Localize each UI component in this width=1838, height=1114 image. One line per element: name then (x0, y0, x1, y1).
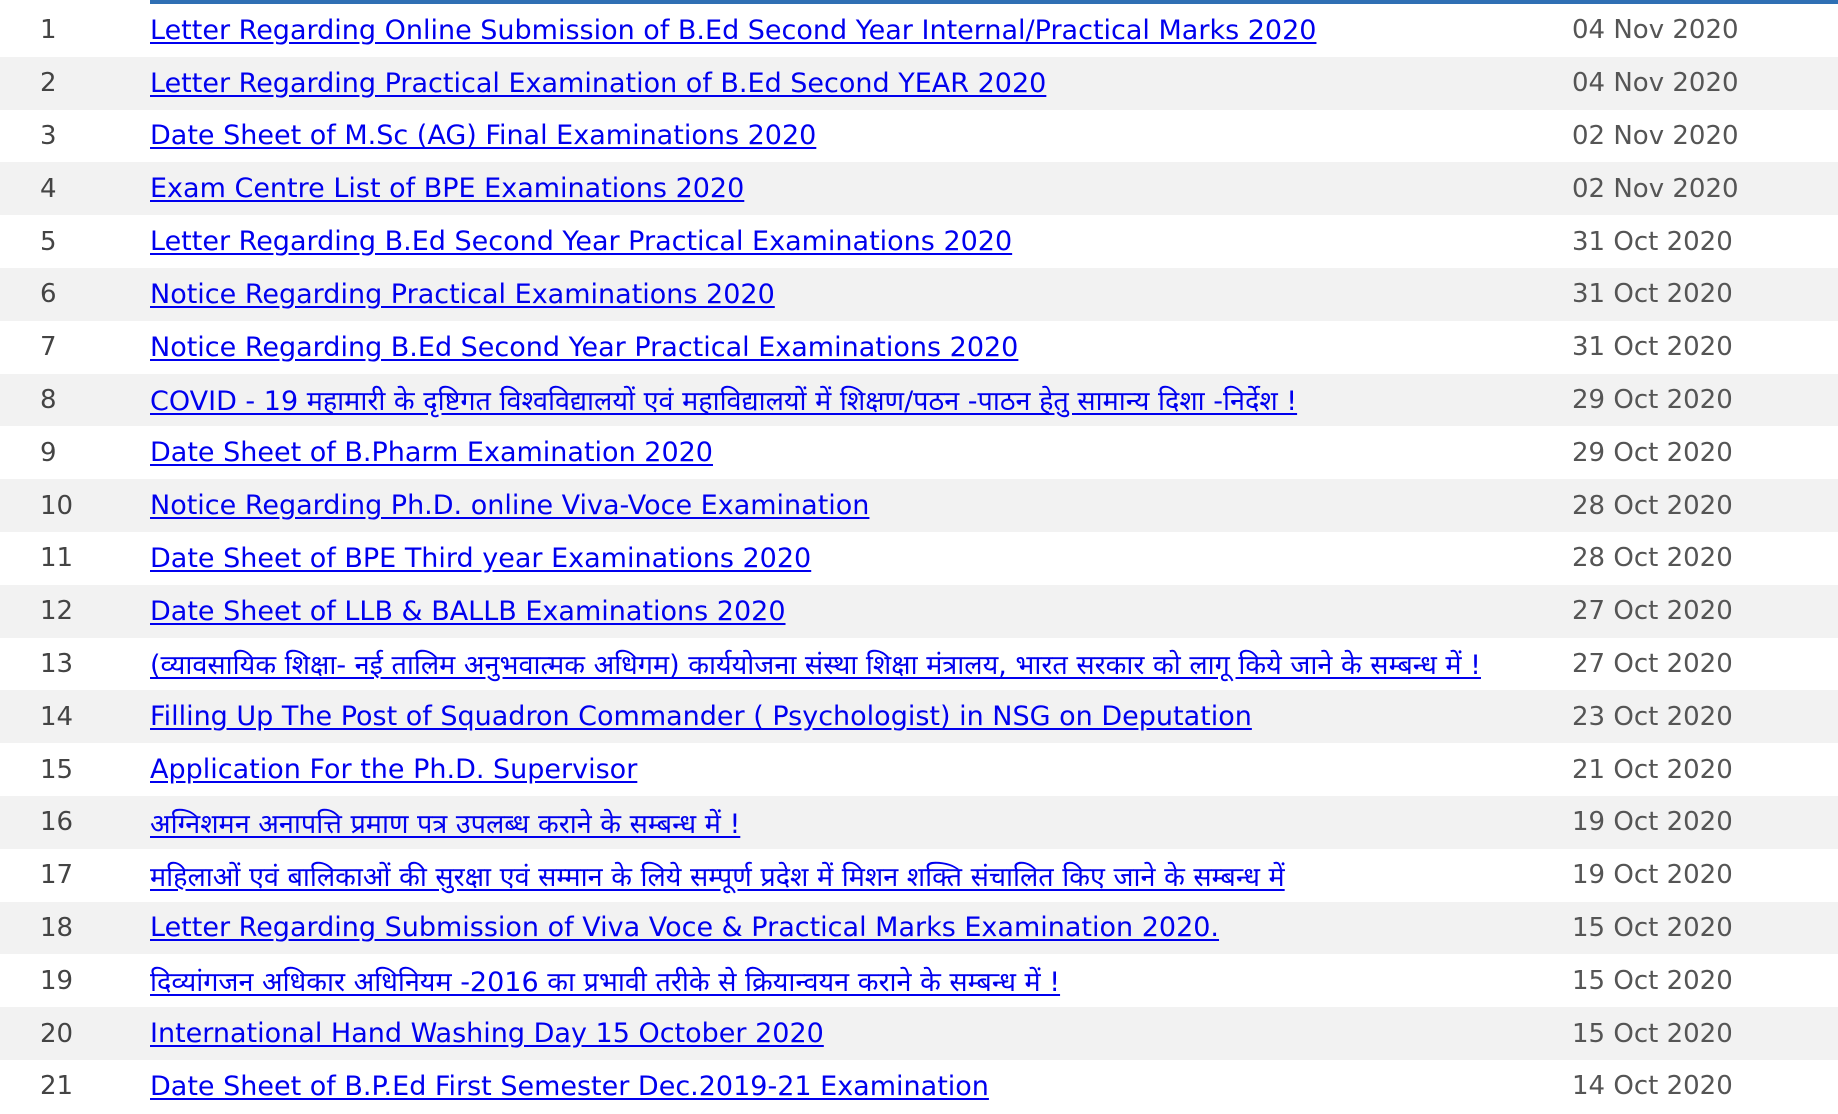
notice-date: 31 Oct 2020 (1572, 332, 1733, 363)
table-row: 20 International Hand Washing Day 15 Oct… (0, 1007, 1838, 1060)
serial-number: 3 (40, 120, 57, 151)
table-row: 6 Notice Regarding Practical Examination… (0, 267, 1838, 321)
notice-date: 15 Oct 2020 (1572, 1018, 1733, 1049)
notice-link[interactable]: COVID - 19 महामारी के दृष्टिगत विश्वविद्… (150, 386, 1297, 417)
serial-number: 7 (40, 332, 57, 363)
table-row: 16 अग्निशमन अनापत्ति प्रमाण पत्र उपलब्ध … (0, 795, 1838, 849)
notice-link[interactable]: अग्निशमन अनापत्ति प्रमाण पत्र उपलब्ध करा… (150, 809, 740, 840)
table-row: 21 Date Sheet of B.P.Ed First Semester D… (0, 1059, 1838, 1113)
notice-link[interactable]: Letter Regarding B.Ed Second Year Practi… (150, 226, 1012, 257)
serial-number: 20 (40, 1018, 74, 1049)
notice-link[interactable]: International Hand Washing Day 15 Octobe… (150, 1018, 824, 1049)
notice-date: 31 Oct 2020 (1572, 226, 1733, 257)
notice-link[interactable]: Letter Regarding Practical Examination o… (150, 68, 1046, 99)
table-row: 7 Notice Regarding B.Ed Second Year Prac… (0, 320, 1838, 374)
serial-number: 19 (40, 965, 74, 996)
notice-link[interactable]: Letter Regarding Submission of Viva Voce… (150, 912, 1219, 943)
table-row: 18 Letter Regarding Submission of Viva V… (0, 901, 1838, 955)
notice-date: 27 Oct 2020 (1572, 596, 1733, 627)
serial-number: 11 (40, 543, 74, 574)
serial-number: 18 (40, 912, 74, 943)
table-row: 13 (व्यावसायिक शिक्षा- नई तालिम अनुभवात्… (0, 637, 1838, 691)
serial-number: 14 (40, 701, 74, 732)
notice-date: 14 Oct 2020 (1572, 1071, 1733, 1102)
notice-link[interactable]: महिलाओं एवं बालिकाओं की सुरक्षा एवं सम्म… (150, 862, 1285, 893)
notice-link[interactable]: Application For the Ph.D. Supervisor (150, 754, 637, 785)
notice-date: 02 Nov 2020 (1572, 120, 1739, 151)
notice-date: 28 Oct 2020 (1572, 543, 1733, 574)
notice-table: 1 Letter Regarding Online Submission of … (0, 4, 1838, 1113)
serial-number: 2 (40, 68, 57, 99)
notice-link[interactable]: Date Sheet of BPE Third year Examination… (150, 543, 811, 574)
serial-number: 16 (40, 807, 74, 838)
table-row: 14 Filling Up The Post of Squadron Comma… (0, 690, 1838, 744)
notice-link[interactable]: Notice Regarding B.Ed Second Year Practi… (150, 332, 1018, 363)
notice-date: 04 Nov 2020 (1572, 15, 1739, 46)
serial-number: 15 (40, 754, 74, 785)
notice-date: 02 Nov 2020 (1572, 173, 1739, 204)
table-row: 4 Exam Centre List of BPE Examinations 2… (0, 162, 1838, 216)
serial-number: 10 (40, 490, 74, 521)
table-row: 17 महिलाओं एवं बालिकाओं की सुरक्षा एवं स… (0, 848, 1838, 902)
serial-number: 21 (40, 1071, 74, 1102)
notice-date: 15 Oct 2020 (1572, 965, 1733, 996)
notice-link[interactable]: Date Sheet of B.Pharm Examination 2020 (150, 437, 713, 468)
notice-link[interactable]: Notice Regarding Ph.D. online Viva-Voce … (150, 490, 869, 521)
serial-number: 4 (40, 173, 57, 204)
notice-link[interactable]: Exam Centre List of BPE Examinations 202… (150, 173, 744, 204)
notice-date: 31 Oct 2020 (1572, 279, 1733, 310)
table-row: 11 Date Sheet of BPE Third year Examinat… (0, 531, 1838, 585)
notice-date: 15 Oct 2020 (1572, 912, 1733, 943)
notice-link[interactable]: (व्यावसायिक शिक्षा- नई तालिम अनुभवात्मक … (150, 650, 1481, 681)
serial-number: 13 (40, 648, 74, 679)
serial-number: 8 (40, 384, 57, 415)
notice-date: 19 Oct 2020 (1572, 860, 1733, 891)
notice-link[interactable]: Letter Regarding Online Submission of B.… (150, 15, 1316, 46)
serial-number: 1 (40, 15, 57, 46)
notice-date: 29 Oct 2020 (1572, 384, 1733, 415)
notice-date: 21 Oct 2020 (1572, 754, 1733, 785)
notice-link[interactable]: Filling Up The Post of Squadron Commande… (150, 701, 1252, 732)
notice-link[interactable]: Date Sheet of B.P.Ed First Semester Dec.… (150, 1071, 989, 1102)
serial-number: 12 (40, 596, 74, 627)
notice-date: 23 Oct 2020 (1572, 701, 1733, 732)
table-row: 5 Letter Regarding B.Ed Second Year Prac… (0, 215, 1838, 268)
table-row: 15 Application For the Ph.D. Supervisor … (0, 743, 1838, 796)
notice-date: 29 Oct 2020 (1572, 437, 1733, 468)
table-row: 1 Letter Regarding Online Submission of … (0, 4, 1838, 57)
table-row: 8 COVID - 19 महामारी के दृष्टिगत विश्ववि… (0, 373, 1838, 427)
notice-link[interactable]: Notice Regarding Practical Examinations … (150, 279, 775, 310)
notice-date: 27 Oct 2020 (1572, 648, 1733, 679)
table-row: 10 Notice Regarding Ph.D. online Viva-Vo… (0, 479, 1838, 532)
serial-number: 6 (40, 279, 57, 310)
table-row: 2 Letter Regarding Practical Examination… (0, 56, 1838, 110)
notice-link[interactable]: Date Sheet of LLB & BALLB Examinations 2… (150, 596, 786, 627)
serial-number: 5 (40, 226, 57, 257)
notice-date: 19 Oct 2020 (1572, 807, 1733, 838)
notice-link[interactable]: Date Sheet of M.Sc (AG) Final Examinatio… (150, 120, 816, 151)
serial-number: 9 (40, 437, 57, 468)
table-row: 9 Date Sheet of B.Pharm Examination 2020… (0, 426, 1838, 480)
table-row: 3 Date Sheet of M.Sc (AG) Final Examinat… (0, 109, 1838, 163)
table-row: 12 Date Sheet of LLB & BALLB Examination… (0, 584, 1838, 638)
notice-link[interactable]: दिव्यांगजन अधिकार अधिनियम -2016 का प्रभा… (150, 967, 1060, 998)
notice-date: 04 Nov 2020 (1572, 68, 1739, 99)
table-row: 19 दिव्यांगजन अधिकार अधिनियम -2016 का प्… (0, 954, 1838, 1008)
notice-date: 28 Oct 2020 (1572, 490, 1733, 521)
serial-number: 17 (40, 860, 74, 891)
